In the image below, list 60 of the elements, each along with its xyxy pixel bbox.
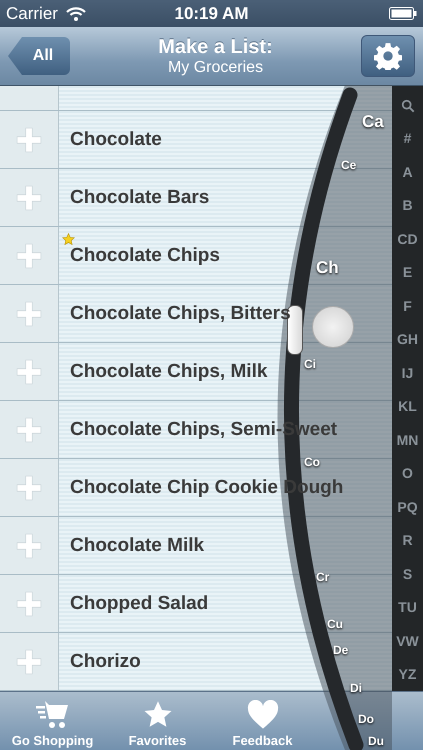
gear-icon — [374, 42, 402, 70]
settings-button[interactable] — [361, 35, 415, 77]
index-letter[interactable]: F — [403, 298, 412, 314]
scrubber-label: Du — [368, 734, 384, 748]
index-letter[interactable]: PQ — [397, 498, 418, 515]
wifi-icon — [66, 6, 86, 20]
plus-icon[interactable] — [16, 242, 42, 268]
index-letter[interactable]: S — [402, 566, 412, 582]
scrubber-label: Ch — [316, 258, 339, 278]
plus-icon[interactable] — [16, 648, 42, 674]
search-icon[interactable] — [400, 98, 414, 113]
scrubber-label: Cr — [316, 570, 330, 584]
scrubber-label: Cu — [327, 617, 343, 631]
tab-button[interactable]: Go Shopping — [0, 692, 105, 750]
clock-time: 10:19 AM — [173, 4, 250, 24]
scrubber-label: Ce — [341, 158, 356, 172]
item-name: Chocolate — [70, 128, 162, 150]
item-name: Chopped Salad — [70, 592, 208, 614]
tab-button[interactable]: Feedback — [210, 692, 315, 750]
carrier-label: Carrier — [6, 4, 58, 24]
plus-icon[interactable] — [16, 532, 42, 558]
index-letter[interactable]: O — [402, 465, 413, 482]
back-button[interactable]: All — [8, 37, 70, 75]
scrubber-label: Co — [304, 455, 320, 469]
index-letter[interactable]: GH — [397, 331, 418, 348]
screen-subtitle: My Groceries — [168, 58, 264, 76]
item-name: Chocolate Chips — [70, 244, 220, 266]
scrubber-label: Ci — [304, 357, 316, 371]
scrubber-label: De — [333, 643, 348, 657]
index-letter[interactable]: E — [402, 264, 412, 280]
scrubber-label: Do — [358, 712, 374, 726]
index-letter[interactable]: VW — [396, 632, 419, 649]
plus-icon[interactable] — [16, 474, 42, 500]
item-name: Chocolate Bars — [70, 186, 210, 208]
index-bar[interactable]: # A B CD E F GH IJ KL MN O PQ R S TU VW YZ — [392, 86, 423, 691]
index-letter[interactable]: IJ — [402, 364, 414, 381]
plus-icon[interactable] — [16, 358, 42, 384]
index-letter[interactable]: B — [402, 197, 413, 214]
index-letter[interactable]: A — [402, 164, 413, 180]
index-letter[interactable]: CD — [397, 230, 418, 247]
index-letter[interactable]: YZ — [398, 666, 416, 682]
index-letter[interactable]: R — [402, 532, 413, 548]
screen-title: Make a List: — [158, 36, 273, 58]
item-name: Chocolate Chips, Milk — [70, 360, 268, 382]
item-name: Chorizo — [70, 650, 141, 672]
battery-icon — [389, 7, 417, 20]
cart-icon — [36, 700, 70, 730]
index-letter[interactable]: TU — [398, 599, 417, 616]
scrubber-label: Ca — [362, 112, 384, 132]
item-name: Chocolate Milk — [70, 534, 204, 556]
plus-icon[interactable] — [16, 416, 42, 442]
index-letter[interactable]: KL — [398, 398, 417, 414]
plus-icon[interactable] — [16, 300, 42, 326]
plus-icon[interactable] — [16, 184, 42, 210]
tab-button[interactable]: Favorites — [105, 692, 210, 750]
plus-icon[interactable] — [16, 126, 42, 152]
index-letter[interactable]: MN — [396, 432, 418, 448]
plus-icon[interactable] — [16, 590, 42, 616]
heart-icon — [246, 700, 280, 730]
index-letter[interactable]: # — [404, 130, 412, 146]
